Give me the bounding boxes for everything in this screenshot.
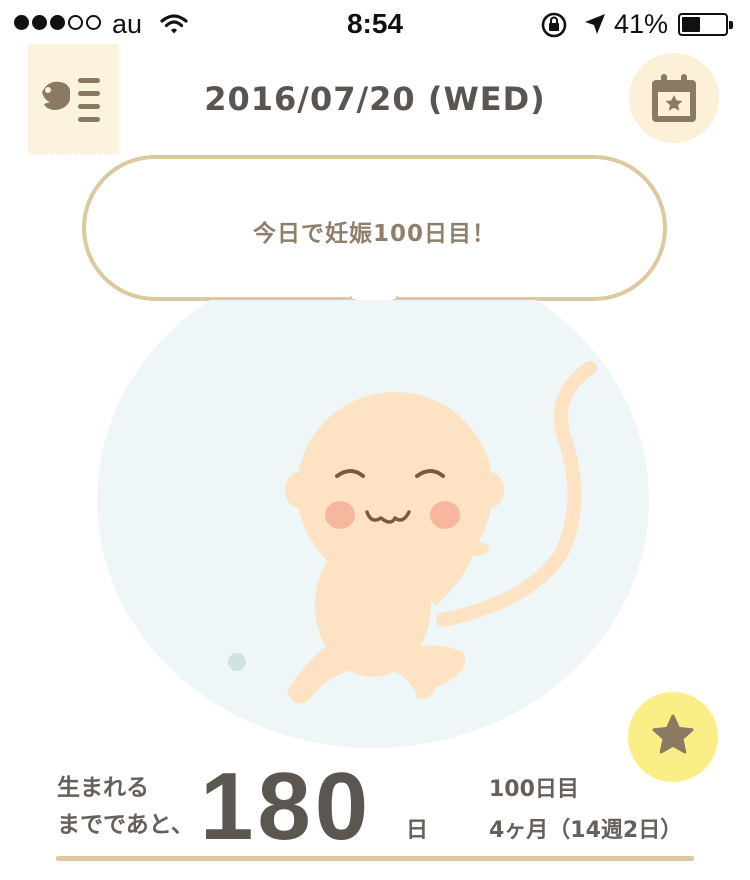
countdown-label-line1: 生まれる	[57, 775, 149, 801]
countdown-label-line2: までであと、	[57, 812, 194, 838]
calendar-button[interactable]	[629, 53, 719, 143]
status-bar: au 8:54 41%	[0, 0, 750, 46]
calendar-star-icon	[652, 74, 696, 122]
star-icon	[652, 714, 694, 754]
location-arrow-icon	[583, 12, 607, 40]
battery-percent: 41%	[614, 9, 669, 39]
fetus-illustration	[97, 300, 649, 748]
countdown-days: 180	[200, 753, 373, 860]
battery-icon	[678, 13, 733, 36]
divider	[56, 856, 694, 861]
rotation-lock-icon	[540, 11, 568, 43]
pregnancy-week: 4ヶ月（14週2日）	[489, 818, 683, 843]
speech-bubble: 今日で妊娠100日目！	[82, 155, 667, 301]
bubble-message: 今日で妊娠100日目！	[252, 221, 496, 247]
countdown-label: 生まれる までであと、	[57, 770, 194, 844]
countdown-unit: 日	[406, 818, 429, 843]
pregnancy-day: 100日目	[489, 777, 579, 802]
favorite-button[interactable]	[628, 692, 718, 782]
